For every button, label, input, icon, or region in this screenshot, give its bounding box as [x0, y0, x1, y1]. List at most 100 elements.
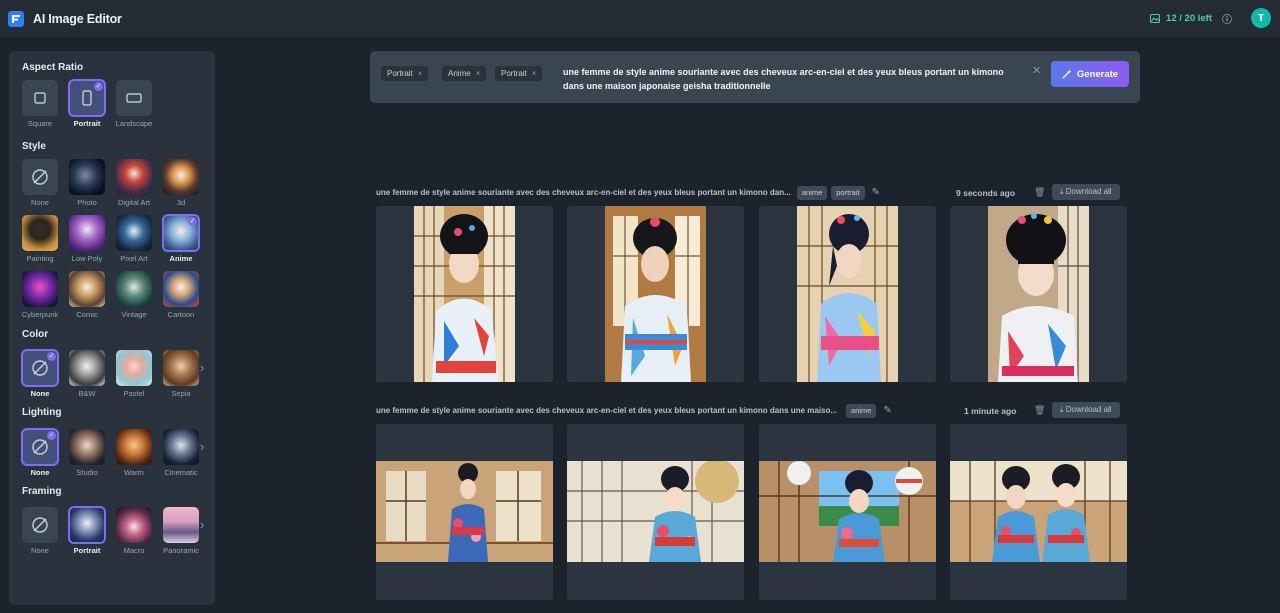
geisha-portrait-image	[797, 206, 898, 382]
generated-image-card[interactable]	[376, 206, 553, 382]
style-option-low-poly[interactable]: Low Poly	[69, 215, 105, 263]
app-title: AI Image Editor	[33, 11, 122, 26]
aspect-ratio-title: Aspect Ratio	[22, 62, 84, 73]
framing-portrait-thumbnail	[68, 506, 106, 544]
prompt-tag[interactable]: Portrait ×	[381, 66, 429, 81]
portrait-icon	[82, 90, 92, 106]
style-option-painting[interactable]: Painting	[22, 215, 58, 263]
style-option-vintage[interactable]: Vintage	[116, 271, 152, 319]
panoramic-thumbnail	[163, 507, 199, 543]
options-sidebar: Aspect Ratio Square ✓ Portrait Landscape…	[9, 51, 215, 605]
none-icon	[32, 439, 48, 455]
generation-prompt: une femme de style anime souriante avec …	[376, 406, 838, 415]
style-option-digital-art[interactable]: Digital Art	[116, 159, 152, 207]
check-icon: ✓	[94, 82, 103, 91]
lighting-option-cinematic[interactable]: Cinematic	[163, 429, 199, 477]
style-option-photo[interactable]: Photo	[69, 159, 105, 207]
lighting-option-none[interactable]: ✓ None	[21, 428, 59, 477]
style-option-none[interactable]: None	[22, 159, 58, 207]
style-option-cyberpunk[interactable]: Cyberpunk	[22, 271, 58, 319]
generation-prompt: une femme de style anime souriante avec …	[376, 188, 791, 197]
remove-tag-icon[interactable]: ×	[532, 66, 537, 81]
avatar[interactable]: T	[1251, 8, 1271, 28]
delete-trash-icon[interactable]: 🗑	[1034, 187, 1045, 198]
lighting-title: Lighting	[22, 407, 62, 418]
chevron-right-icon[interactable]: ›	[200, 517, 204, 532]
generated-image-card[interactable]	[567, 206, 744, 382]
style-option-comic[interactable]: Comic	[69, 271, 105, 319]
download-all-button[interactable]: ⤓ Download all	[1052, 402, 1120, 418]
clear-prompt-icon[interactable]: ✕	[1032, 64, 1041, 77]
macro-thumbnail	[116, 507, 152, 543]
prompt-tag[interactable]: Portrait ×	[495, 66, 543, 81]
download-icon: ⤓	[1060, 187, 1064, 196]
remove-tag-icon[interactable]: ×	[476, 66, 481, 81]
check-icon: ✓	[47, 352, 56, 361]
chevron-right-icon[interactable]: ›	[200, 439, 204, 454]
color-title: Color	[22, 329, 49, 340]
aspect-option-square[interactable]: Square	[22, 80, 58, 128]
chevron-right-icon[interactable]: ›	[200, 360, 204, 375]
cinematic-thumbnail	[163, 429, 199, 465]
color-option-pastel[interactable]: Pastel	[116, 350, 152, 398]
geisha-interior-image	[376, 461, 553, 562]
geisha-portrait-image	[414, 206, 515, 382]
framing-option-panoramic[interactable]: Panoramic	[163, 507, 199, 555]
lighting-option-warm[interactable]: Warm	[116, 429, 152, 477]
style-title: Style	[22, 141, 46, 152]
framing-option-portrait[interactable]: Portrait	[68, 506, 106, 555]
framing-option-none[interactable]: None	[22, 507, 58, 555]
delete-trash-icon[interactable]: 🗑	[1034, 405, 1045, 416]
studio-thumbnail	[69, 429, 105, 465]
geisha-portrait-image	[605, 206, 706, 382]
check-icon: ✓	[47, 431, 56, 440]
generated-image-card[interactable]	[759, 206, 936, 382]
generate-button[interactable]: Generate	[1051, 61, 1129, 87]
astronaut-cartoon-thumbnail	[163, 271, 199, 307]
generated-image-card[interactable]	[950, 424, 1127, 600]
image-icon	[1150, 14, 1161, 23]
generated-image-card[interactable]	[376, 424, 553, 600]
astronaut-anime-thumbnail: ✓	[162, 214, 200, 252]
framing-option-macro[interactable]: Macro	[116, 507, 152, 555]
warm-thumbnail	[116, 429, 152, 465]
generation-chip: anime	[796, 185, 828, 200]
remove-tag-icon[interactable]: ×	[418, 66, 423, 81]
style-option-3d[interactable]: 3d	[163, 159, 199, 207]
framing-title: Framing	[22, 486, 62, 497]
none-icon	[32, 169, 48, 185]
style-option-pixel-art[interactable]: Pixel Art	[116, 215, 152, 263]
edit-pencil-icon[interactable]: ✎	[883, 405, 891, 416]
prompt-tag[interactable]: Anime ×	[442, 66, 487, 81]
aspect-option-portrait[interactable]: ✓ Portrait	[68, 79, 106, 128]
top-bar: AI Image Editor 12 / 20 left ⓘ T	[0, 0, 1280, 37]
lighting-option-studio[interactable]: Studio	[69, 429, 105, 477]
style-option-cartoon[interactable]: Cartoon	[163, 271, 199, 319]
check-icon: ✓	[188, 217, 197, 226]
generation-time: 1 minute ago	[964, 406, 1017, 416]
sepia-thumbnail	[163, 350, 199, 386]
info-icon[interactable]: ⓘ	[1222, 11, 1232, 26]
landscape-icon	[126, 93, 142, 103]
color-option-sepia[interactable]: Sepia	[163, 350, 199, 398]
geisha-interior-image	[567, 461, 744, 562]
app-logo-icon	[8, 10, 24, 27]
generated-image-card[interactable]	[567, 424, 744, 600]
prompt-input[interactable]: une femme de style anime souriante avec …	[563, 66, 1018, 93]
credits-indicator: 12 / 20 left ⓘ	[1150, 11, 1232, 26]
color-option-bw[interactable]: B&W	[69, 350, 105, 398]
style-option-anime[interactable]: ✓ Anime	[162, 214, 200, 263]
generated-image-card[interactable]	[759, 424, 936, 600]
none-icon	[32, 517, 48, 533]
astronaut-digital-thumbnail	[116, 159, 152, 195]
astronaut-cyberpunk-thumbnail	[22, 271, 58, 307]
color-option-none[interactable]: ✓ None	[21, 349, 59, 398]
edit-pencil-icon[interactable]: ✎	[872, 187, 880, 198]
astronaut-3d-thumbnail	[163, 159, 199, 195]
aspect-option-landscape[interactable]: Landscape	[116, 80, 152, 128]
prompt-box[interactable]: Portrait × Anime × Portrait × une femme de …	[370, 51, 1140, 103]
none-icon	[32, 360, 48, 376]
generated-image-card[interactable]	[950, 206, 1127, 382]
download-all-button[interactable]: ⤓ Download all	[1052, 184, 1120, 200]
generation-time: 9 seconds ago	[956, 188, 1016, 198]
